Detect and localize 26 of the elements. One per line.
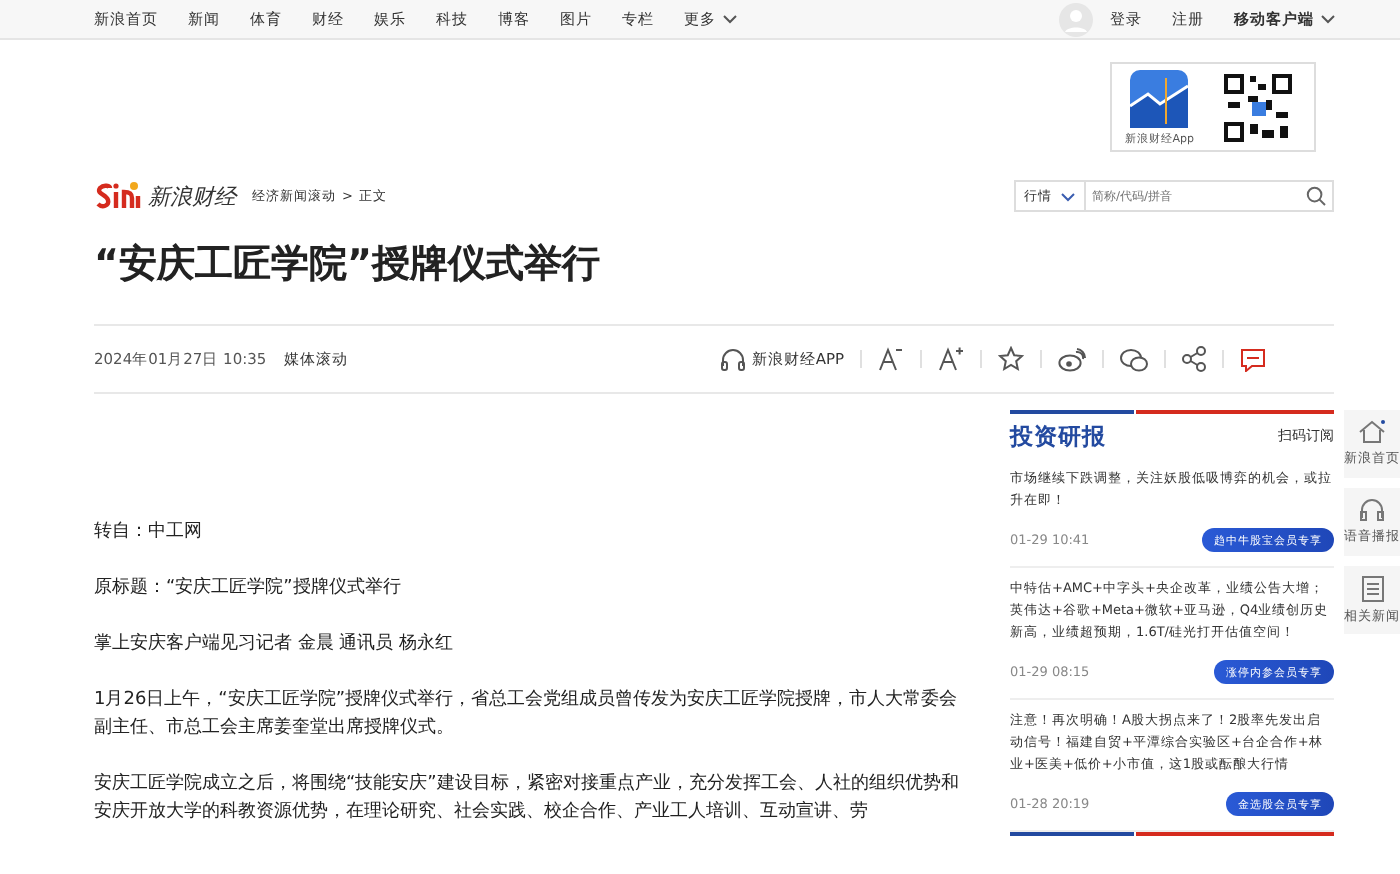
article-paragraph: 掌上安庆客户端见习记者 金晨 通讯员 杨永红 <box>94 631 456 658</box>
article-paragraph: 安庆工匠学院成立之后，将围绕“技能安庆”建设目标，紧密对接重点产业，充分发挥工会、人社的组织优势和安庆开放大学的科教资源优势，在理论研究、社会实践、校企合作、产业工人培训、互动宣讲、劳 <box>94 771 960 826</box>
weibo-icon[interactable] <box>1058 347 1086 371</box>
app-icon <box>1130 70 1189 128</box>
font-increase-icon[interactable] <box>938 346 964 372</box>
headphones-icon <box>1360 498 1384 522</box>
font-decrease-icon[interactable] <box>878 346 904 372</box>
document-icon <box>1361 575 1383 601</box>
caret-icon <box>1320 14 1336 24</box>
headphones-icon[interactable] <box>719 346 746 372</box>
article-paragraph: 原标题：“安庆工匠学院”授牌仪式举行 <box>94 575 403 602</box>
qr-code-icon <box>1222 72 1294 144</box>
article-paragraph: 转自：中工网 <box>94 519 204 546</box>
caret-icon <box>722 14 738 24</box>
star-icon[interactable] <box>998 346 1024 372</box>
home-icon <box>1358 420 1386 444</box>
article-title: “安庆工匠学院”授牌仪式举行 <box>94 240 602 290</box>
comment-icon[interactable] <box>1240 347 1266 371</box>
sina-logo-icon <box>94 182 142 210</box>
site-logo-text: 新浪财经 <box>148 181 236 211</box>
caret-icon <box>1060 191 1076 201</box>
chat-bubbles-icon[interactable] <box>1120 347 1148 371</box>
share-icon[interactable] <box>1182 346 1206 372</box>
section-title: 投资研报 <box>1010 421 1106 451</box>
article-paragraph: 1月26日上午，“安庆工匠学院”授牌仪式举行，省总工会党组成员曾传发为安庆工匠学院授牌，市人大常委会副主任、市总工会主席姜奎堂出席授牌仪式。 <box>94 686 960 742</box>
search-icon[interactable] <box>1306 186 1326 206</box>
